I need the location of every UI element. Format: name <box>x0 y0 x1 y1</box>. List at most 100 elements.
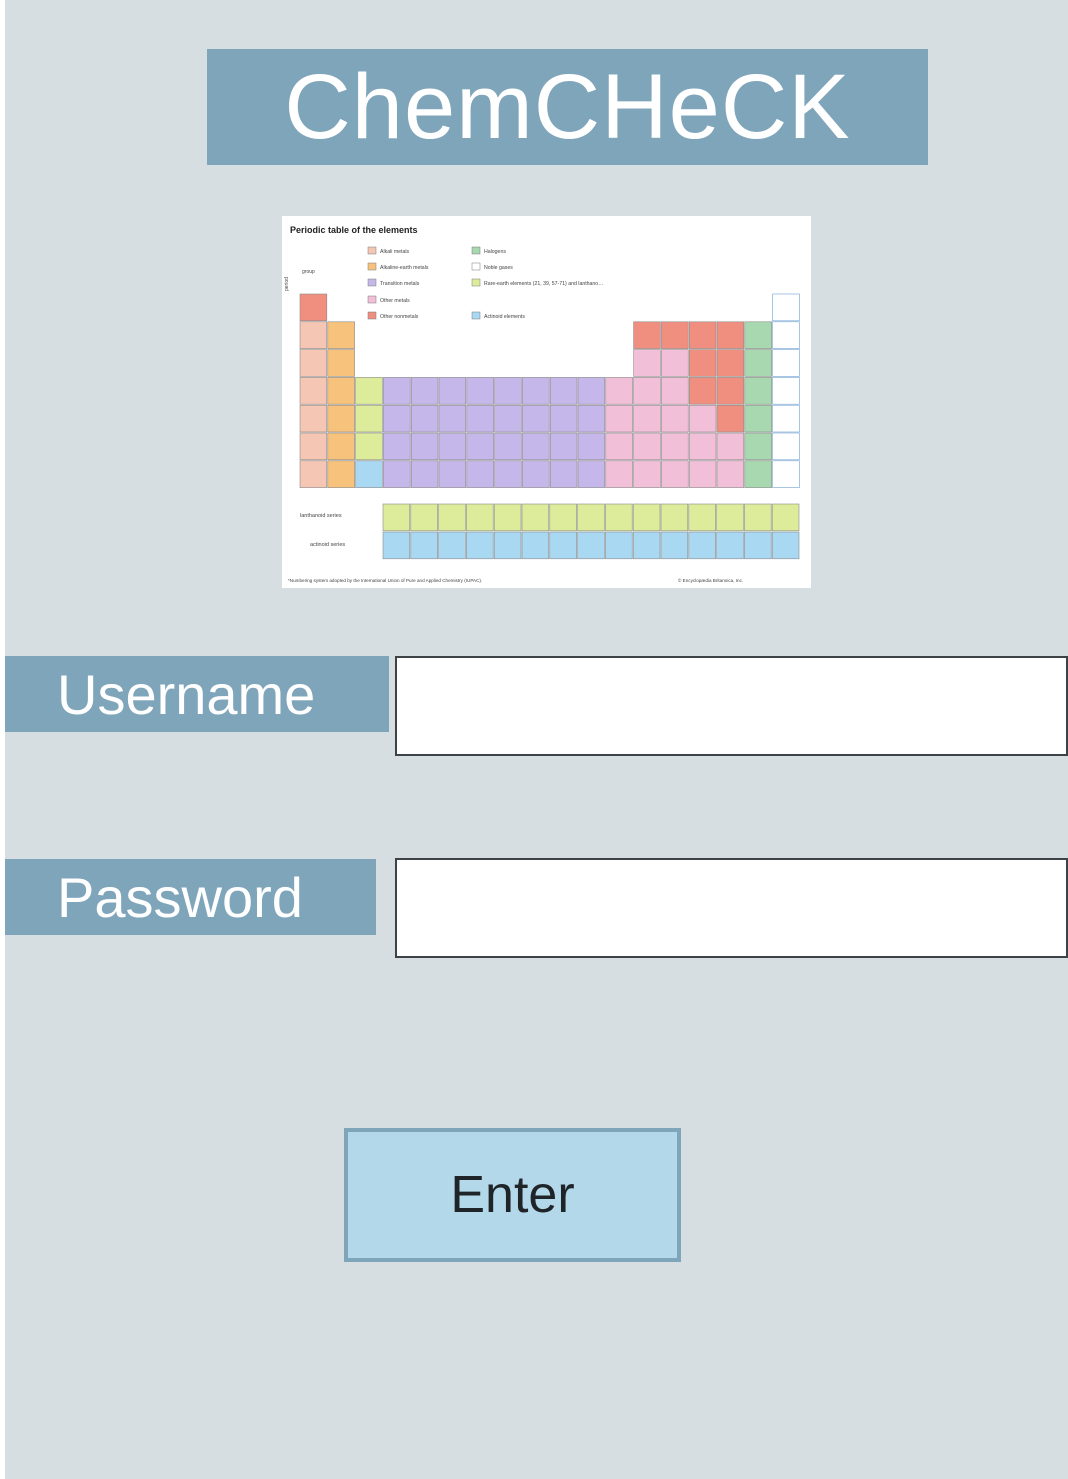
element-cell <box>688 432 717 461</box>
password-label: Password <box>57 865 303 929</box>
element-cell <box>410 531 438 560</box>
legend-swatch <box>367 311 377 320</box>
element-cell <box>522 404 550 433</box>
element-cell <box>438 404 467 433</box>
password-input[interactable] <box>395 858 1068 958</box>
element-cell <box>605 432 633 461</box>
legend-swatch <box>471 246 481 255</box>
element-cell <box>633 321 661 349</box>
element-cell <box>633 432 661 461</box>
legend-swatch <box>367 278 377 287</box>
element-cell <box>660 531 689 560</box>
element-cell <box>744 321 772 349</box>
app-title-banner: ChemCHeCK <box>207 49 928 165</box>
periodic-table-footnote: *Numbering system adopted by the Interna… <box>288 578 482 583</box>
element-cell <box>771 531 800 560</box>
element-cell <box>716 531 744 560</box>
password-label-box: Password <box>5 859 376 935</box>
element-cell <box>577 503 605 532</box>
element-cell <box>299 321 328 349</box>
element-cell <box>772 432 800 461</box>
element-cell <box>299 404 328 433</box>
legend-swatch <box>471 311 481 320</box>
element-cell <box>549 432 578 461</box>
periodic-table-image: Periodic table of the elements group per… <box>282 216 811 588</box>
legend-label: Actinoid elements <box>484 314 525 320</box>
element-cell <box>383 404 411 433</box>
element-cell <box>299 293 328 322</box>
element-cell <box>688 377 717 405</box>
element-cell <box>438 432 467 461</box>
periodic-table-credit: © Encyclopædia Britannica, Inc. <box>678 577 743 583</box>
element-cell <box>355 404 383 433</box>
element-cell <box>605 503 633 532</box>
element-cell <box>410 460 439 488</box>
lanthanoid-series-label: lanthanoid series <box>300 513 342 519</box>
element-cell <box>549 404 578 433</box>
actinoid-series-label: actinoid series <box>310 542 345 548</box>
element-cell <box>438 503 466 532</box>
enter-button[interactable]: Enter <box>344 1128 681 1262</box>
element-cell <box>466 432 494 461</box>
element-cell <box>299 460 328 488</box>
element-cell <box>327 349 355 377</box>
element-cell <box>688 460 717 488</box>
element-cell <box>466 503 494 532</box>
element-cell <box>744 460 772 488</box>
element-cell <box>577 404 606 433</box>
element-cell <box>716 432 745 461</box>
element-cell <box>605 404 633 433</box>
element-cell <box>605 531 633 560</box>
element-cell <box>577 460 606 488</box>
element-cell <box>772 404 800 433</box>
element-cell <box>661 432 689 461</box>
periodic-table-title: Periodic table of the elements <box>290 225 418 235</box>
element-cell <box>577 432 606 461</box>
element-cell <box>522 432 550 461</box>
element-cell <box>494 460 522 488</box>
periodic-table-legend: Alkali metals Alkaline-earth metals Transi… <box>367 246 603 320</box>
element-cell <box>633 349 661 377</box>
element-cell <box>494 404 522 433</box>
element-cell <box>410 432 439 461</box>
element-cell <box>327 321 355 349</box>
element-cell <box>772 349 800 377</box>
legend-label: Alkaline-earth metals <box>380 265 429 271</box>
element-cell <box>772 377 800 405</box>
element-cell <box>521 503 550 532</box>
element-cell <box>438 377 467 405</box>
element-cell <box>383 460 411 488</box>
element-cell <box>327 432 355 461</box>
element-cell <box>299 349 328 377</box>
element-cell <box>744 404 772 433</box>
element-cell <box>549 531 577 560</box>
element-cell <box>355 460 383 488</box>
element-cell <box>494 432 522 461</box>
element-cell <box>522 460 550 488</box>
element-cell <box>688 503 716 532</box>
element-cell <box>661 460 689 488</box>
legend-label: Other nonmetals <box>380 314 419 320</box>
element-cell <box>410 503 438 532</box>
element-cell <box>466 404 494 433</box>
element-cell <box>355 432 383 461</box>
legend-label: Halogens <box>484 249 506 255</box>
periodic-table-graphic: Periodic table of the elements group per… <box>284 225 800 583</box>
element-cell <box>744 531 772 560</box>
element-cell <box>493 531 522 560</box>
element-cell <box>688 349 717 377</box>
element-cell <box>522 377 550 405</box>
element-cell <box>661 377 689 405</box>
element-cell <box>744 377 772 405</box>
username-label-box: Username <box>5 656 389 732</box>
element-cell <box>716 349 745 377</box>
app-title: ChemCHeCK <box>284 55 851 158</box>
element-cell <box>716 503 744 532</box>
username-input[interactable] <box>395 656 1068 756</box>
username-label: Username <box>57 662 316 726</box>
element-cell <box>466 377 494 405</box>
element-cell <box>382 531 411 560</box>
element-cell <box>772 460 800 488</box>
element-cell <box>549 460 578 488</box>
element-cell <box>772 293 800 322</box>
